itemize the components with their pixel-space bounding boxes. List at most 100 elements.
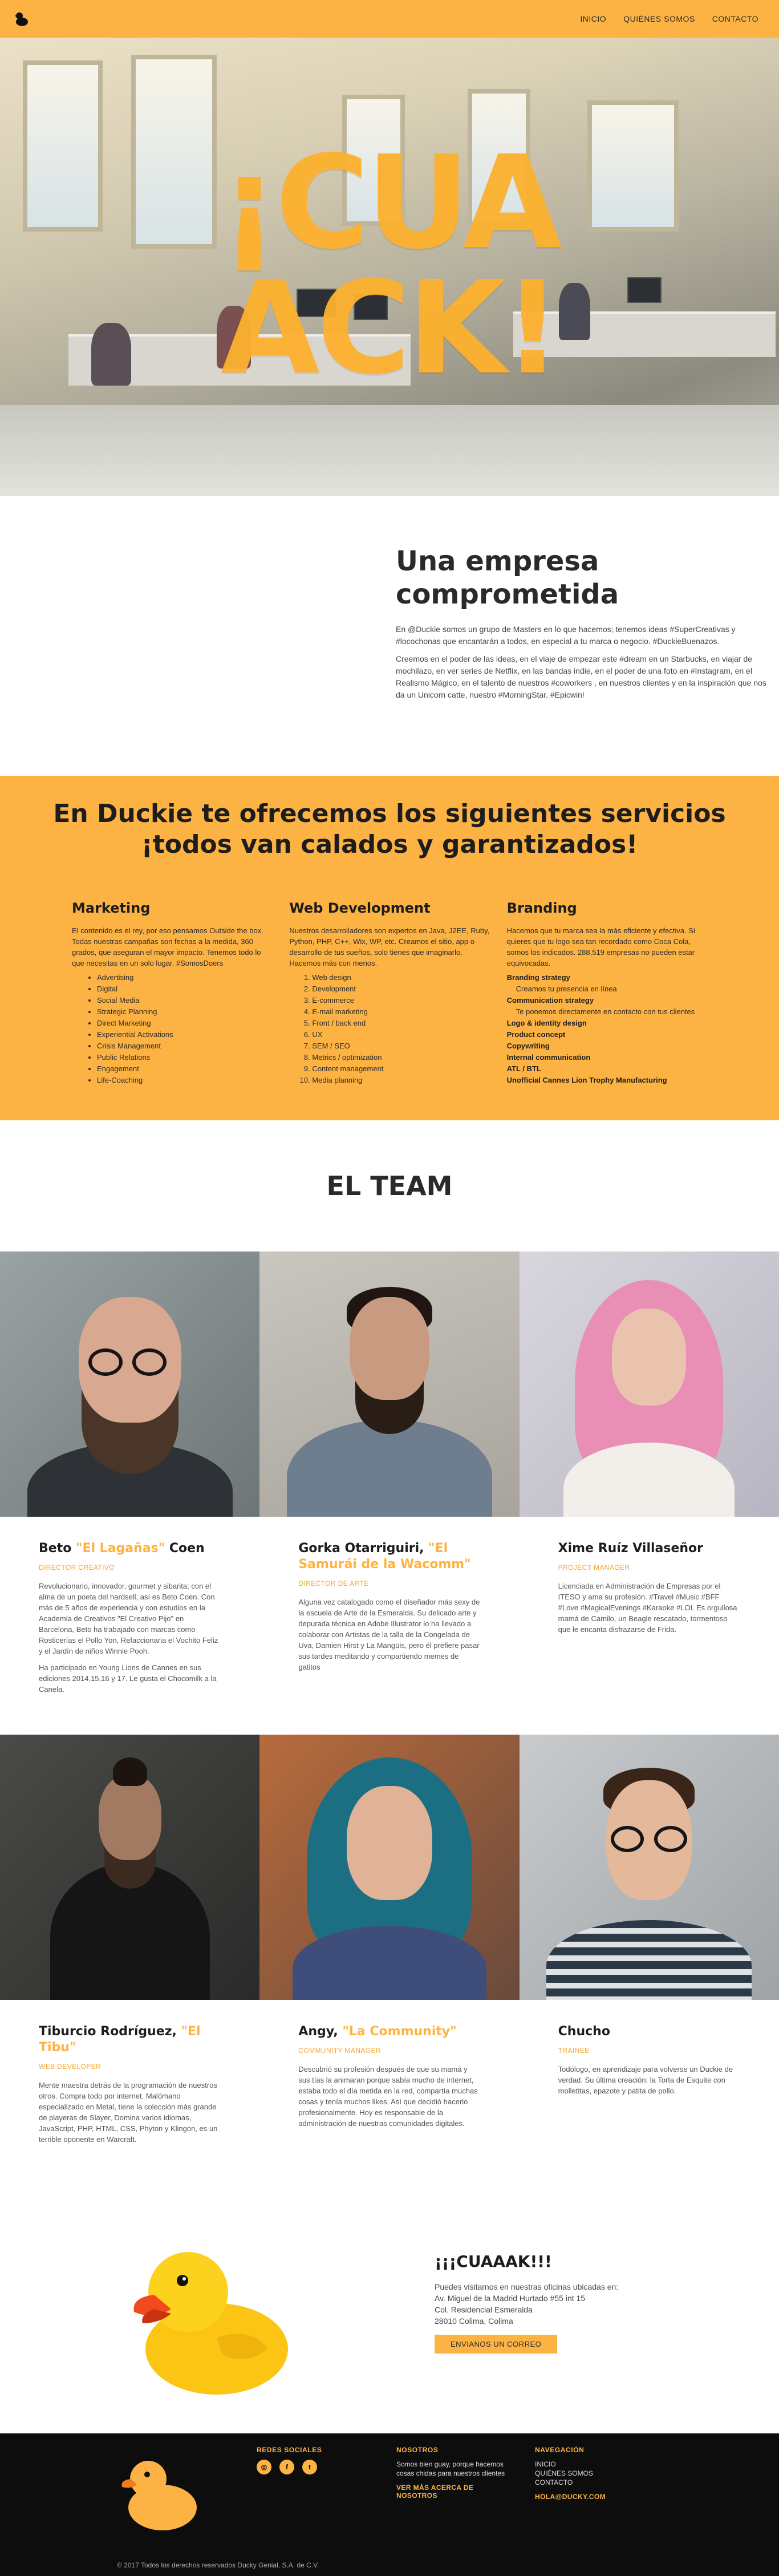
member-photo <box>519 1735 779 2000</box>
branding-subitem: Creamos tu presencia en línea <box>516 985 617 993</box>
member-head <box>349 1297 429 1400</box>
member-head <box>346 1786 432 1900</box>
copyright: © 2017 Todos los derechos reservados Duc… <box>117 2561 319 2569</box>
list-item: E-commerce <box>312 995 489 1006</box>
member-role: DIRECTOR DE ARTE <box>298 1579 369 1587</box>
member-name: Chucho <box>558 2024 610 2039</box>
member-role: DIRECTOR CREATIVO <box>39 1564 115 1571</box>
service-title: Web Development <box>289 900 431 916</box>
twitter-icon[interactable]: t <box>302 2460 317 2474</box>
duck-logo-icon[interactable] <box>13 10 30 27</box>
service-description: Nuestros desarrolladores son expertos en… <box>289 926 490 967</box>
list-item: E-mail marketing <box>312 1006 489 1018</box>
nav-item-contacto[interactable]: CONTACTO <box>712 14 758 23</box>
footer-nav-quienes-somos[interactable]: QUIÉNES SOMOS <box>535 2469 606 2478</box>
list-item: Media planning <box>312 1075 489 1086</box>
member-head <box>98 1775 161 1860</box>
footer-heading: NAVEGACIÓN <box>535 2446 585 2454</box>
member-name: Tiburcio Rodríguez, "El Tibu" <box>39 2024 201 2055</box>
about-section: Una empresa comprometida En @Duckie somo… <box>0 496 779 776</box>
site-footer: REDES SOCIALES ◎ f t NOSOTROS Somos bien… <box>0 2433 779 2576</box>
list-item: SEM / SEO <box>312 1040 489 1052</box>
member-photo <box>519 1251 779 1517</box>
member-photo <box>259 1251 520 1517</box>
footer-about-text: Somos bien guay, porque hacemos cosas ch… <box>396 2460 505 2477</box>
branding-item: Product concept <box>506 1030 566 1039</box>
list-item: Metrics / optimization <box>312 1052 489 1063</box>
service-title: Marketing <box>72 900 151 916</box>
member-role: COMMUNITY MANAGER <box>298 2047 381 2055</box>
footer-nav-inicio[interactable]: INICIO <box>535 2460 606 2469</box>
branding-item: Branding strategy <box>506 973 570 982</box>
hero-banner: ¡CUA ACK! <box>0 38 779 496</box>
team-member-card: Xime Ruíz Villaseñor PROJECT MANAGER Lic… <box>519 1251 779 1735</box>
hero-headline: ¡CUA ACK! <box>220 128 562 403</box>
member-name: Beto "El Lagañas" Coen <box>39 1541 205 1556</box>
footer-about: NOSOTROS Somos bien guay, porque hacemos… <box>396 2446 510 2500</box>
service-web-development: Web Development Nuestros desarrolladores… <box>289 900 489 1086</box>
branding-subitem: Te ponemos directamente en contacto con … <box>516 1007 695 1016</box>
list-item: Web design <box>312 972 489 983</box>
services-section: En Duckie te ofrecemos los siguientes se… <box>0 776 779 1120</box>
member-bio: Todólogo, en aprendizaje para volverse u… <box>558 2065 733 2095</box>
instagram-icon[interactable]: ◎ <box>257 2460 271 2474</box>
list-item: Development <box>312 983 489 995</box>
branding-item: Internal communication <box>506 1053 591 1062</box>
member-bio: Revolucionario, innovador, gourmet y sib… <box>39 1582 218 1655</box>
list-item: Crisis Management <box>97 1040 272 1052</box>
member-photo <box>0 1735 260 2000</box>
service-list: Web design Development E-commerce E-mail… <box>289 972 489 1086</box>
list-item: Social Media <box>97 995 272 1006</box>
about-paragraph-1: En @Duckie somos un grupo de Masters en … <box>396 625 736 646</box>
branding-item: Logo & identity design <box>506 1019 587 1027</box>
team-member-card: Beto "El Lagañas" Coen DIRECTOR CREATIVO… <box>0 1251 260 1735</box>
send-email-button[interactable]: ENVIANOS UN CORREO <box>435 2335 558 2354</box>
member-torso <box>286 1420 492 1517</box>
service-marketing: Marketing El contenido es el rey, por es… <box>72 900 272 1086</box>
member-glasses <box>610 1826 644 1852</box>
member-glasses <box>132 1348 167 1376</box>
nav-menu: INICIO QUIÉNES SOMOS CONTACTO <box>580 14 758 23</box>
member-bio: Descubrió su profesión después de que su… <box>298 2065 478 2128</box>
contact-title: ¡¡¡CUAAAK!!! <box>435 2252 552 2271</box>
footer-heading: REDES SOCIALES <box>257 2446 322 2454</box>
about-paragraph-2: Creemos en el poder de las ideas, en el … <box>396 654 766 699</box>
footer-navigation: NAVEGACIÓN INICIO QUIÉNES SOMOS CONTACTO… <box>535 2446 606 2501</box>
member-name: Gorka Otarriguiri, "El Samurái de la Wac… <box>298 1541 471 1571</box>
list-item: Front / back end <box>312 1018 489 1029</box>
footer-email-link[interactable]: HOLA@DUCKY.COM <box>535 2493 606 2501</box>
member-bio: Alguna vez catalogado como el diseñador … <box>298 1598 480 1671</box>
about-title: Una empresa comprometida <box>396 545 619 610</box>
list-item: UX <box>312 1029 489 1040</box>
footer-nav-contacto[interactable]: CONTACTO <box>535 2478 606 2487</box>
office-floor <box>0 405 779 496</box>
member-glasses <box>88 1348 123 1376</box>
list-item: Strategic Planning <box>97 1006 272 1018</box>
contact-address: Av. Miguel de la Madrid Hurtado #55 int … <box>435 2294 586 2303</box>
member-hair <box>112 1757 147 1786</box>
branding-item: Unofficial Cannes Lion Trophy Manufactur… <box>506 1076 667 1084</box>
team-member-card: Tiburcio Rodríguez, "El Tibu" WEB DEVELO… <box>0 1735 260 2206</box>
team-header: EL TEAM <box>0 1120 779 1251</box>
nav-item-inicio[interactable]: INICIO <box>580 14 606 23</box>
team-row: Beto "El Lagañas" Coen DIRECTOR CREATIVO… <box>0 1251 779 1735</box>
facebook-icon[interactable]: f <box>279 2460 294 2474</box>
service-description: El contenido es el rey, por eso pensamos… <box>72 926 263 967</box>
about-more-link[interactable]: VER MÁS ACERCA DE NOSOTROS <box>396 2484 510 2500</box>
member-glasses <box>654 1826 687 1852</box>
service-branding: Branding Hacemos que tu marca sea la más… <box>507 900 707 1086</box>
rubber-duck-illustration <box>133 2252 288 2395</box>
nav-item-quienes-somos[interactable]: QUIÉNES SOMOS <box>623 14 695 23</box>
member-bio: Licenciada en Administración de Empresas… <box>558 1582 737 1634</box>
contact-line: Puedes visitarnos en nuestras oficinas u… <box>435 2282 619 2291</box>
member-name: Xime Ruíz Villaseñor <box>558 1541 704 1556</box>
member-photo <box>259 1735 520 2000</box>
contact-address: Col. Residencial Esmeralda <box>435 2305 533 2314</box>
footer-heading: NOSOTROS <box>396 2446 439 2454</box>
top-navbar: INICIO QUIÉNES SOMOS CONTACTO <box>0 0 779 38</box>
list-item: Digital <box>97 983 272 995</box>
member-bio: Mente maestra detrás de la programación … <box>39 2081 218 2144</box>
member-bio: Ha participado en Young Lions de Cannes … <box>39 1663 217 1694</box>
branding-item: Copywriting <box>506 1042 550 1050</box>
member-role: PROJECT MANAGER <box>558 1564 630 1571</box>
